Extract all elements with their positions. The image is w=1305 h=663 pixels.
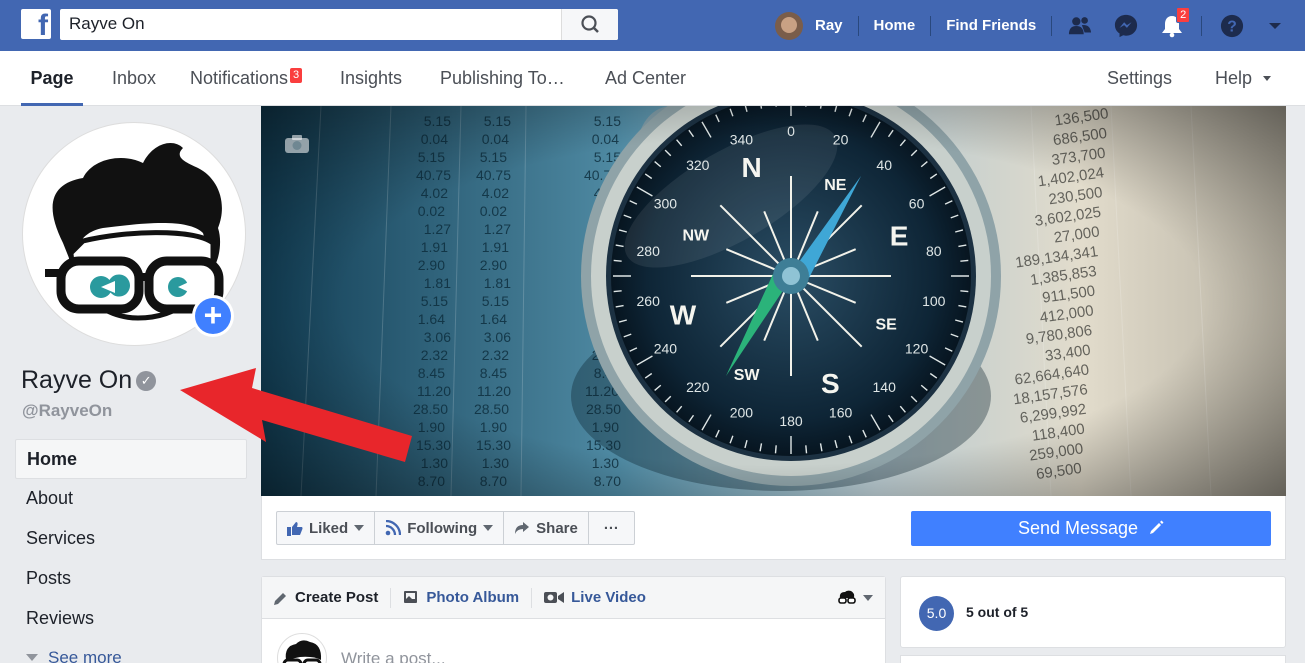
annotation-arrow-icon <box>180 368 412 462</box>
